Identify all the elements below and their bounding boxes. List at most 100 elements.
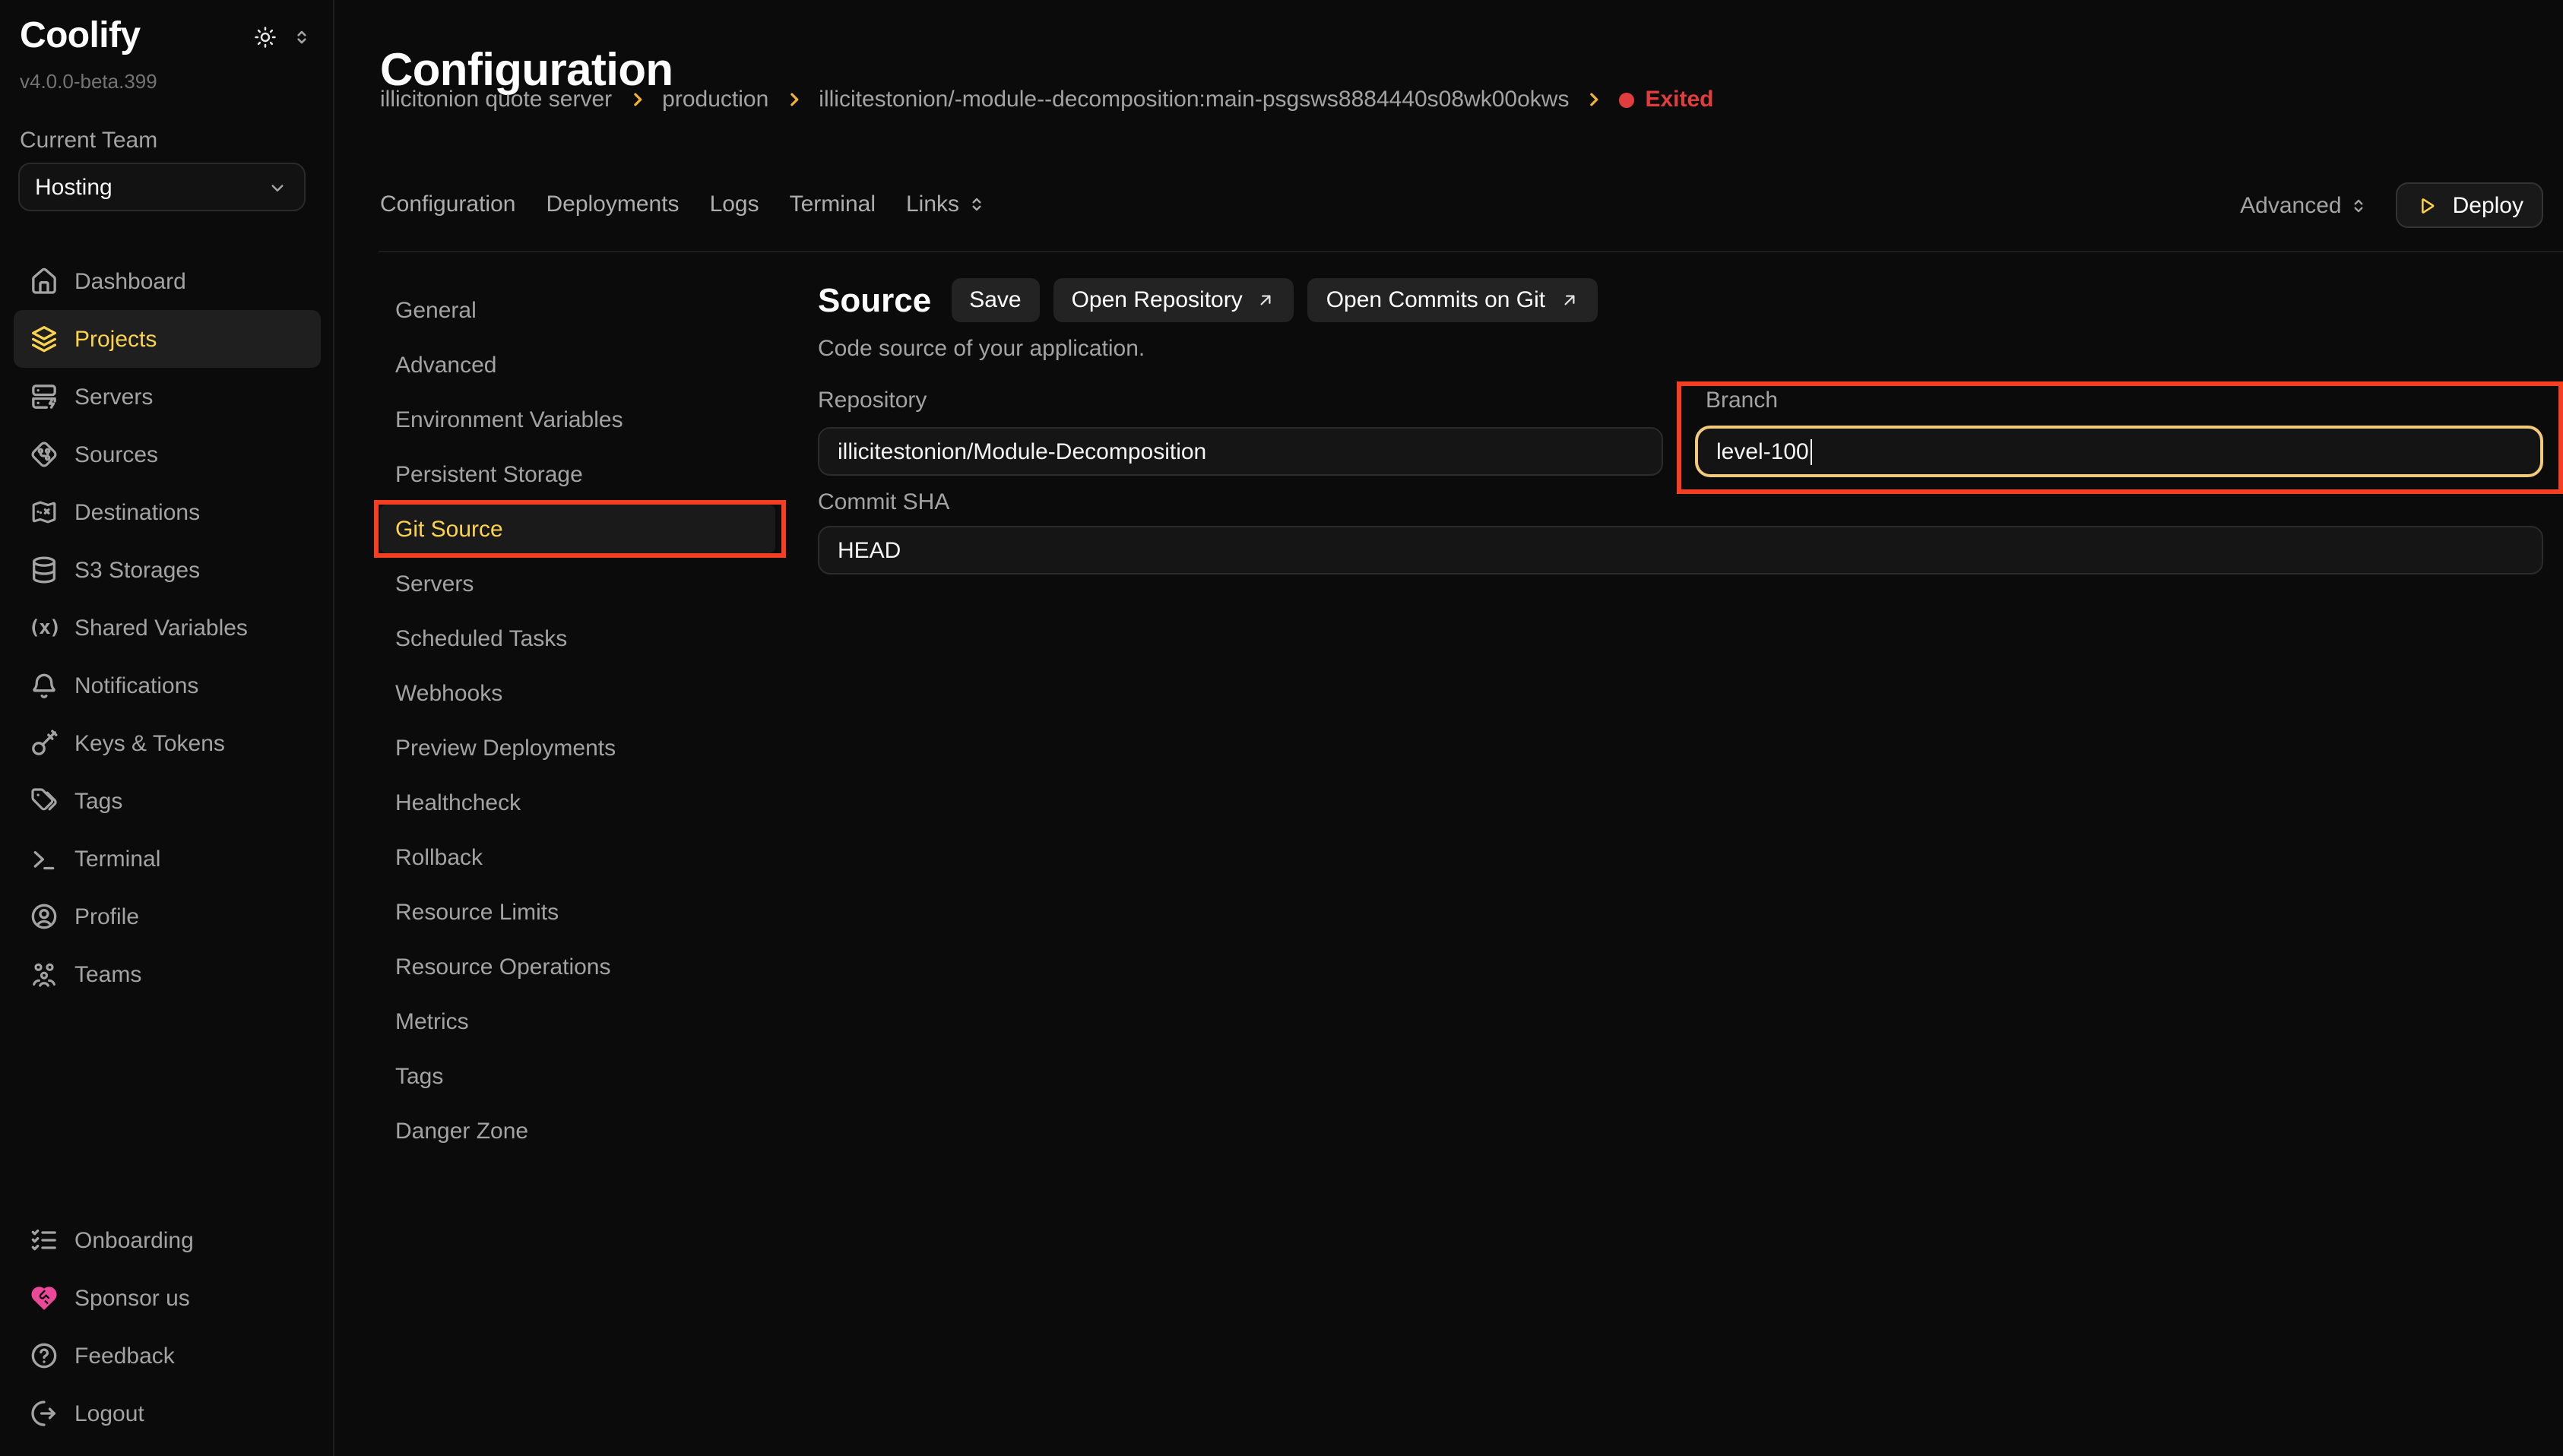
bell-icon bbox=[29, 670, 59, 701]
open-commits-button[interactable]: Open Commits on Git bbox=[1308, 278, 1597, 322]
text-cursor bbox=[1811, 438, 1813, 464]
sidebar-item-destinations[interactable]: Destinations bbox=[14, 483, 321, 541]
repository-input[interactable]: illicitestonion/Module-Decomposition bbox=[818, 427, 1663, 476]
subnav-item-scheduled-tasks[interactable]: Scheduled Tasks bbox=[380, 614, 775, 663]
sidebar-item-tags[interactable]: Tags bbox=[14, 772, 321, 830]
top-actions: Advanced Deploy bbox=[2240, 182, 2543, 228]
sidebar-item-label: Onboarding bbox=[74, 1227, 194, 1253]
team-select[interactable]: Hosting bbox=[18, 163, 306, 211]
arrow-up-right-icon bbox=[1256, 290, 1276, 310]
subnav-item-resource-limits[interactable]: Resource Limits bbox=[380, 888, 775, 936]
team-select-value: Hosting bbox=[35, 174, 112, 200]
open-repository-button[interactable]: Open Repository bbox=[1053, 278, 1294, 322]
chevron-right-icon bbox=[1582, 88, 1605, 111]
variable-icon: (x) bbox=[29, 612, 59, 643]
sidebar-item-servers[interactable]: Servers bbox=[14, 368, 321, 426]
sidebar-item-label: Sponsor us bbox=[74, 1285, 190, 1311]
sidebar-item-label: Notifications bbox=[74, 673, 198, 698]
chevrons-up-down-icon bbox=[967, 195, 987, 214]
sidebar-item-shared-variables[interactable]: (x) Shared Variables bbox=[14, 599, 321, 657]
tab-divider bbox=[379, 251, 2563, 252]
subnav-item-environment-variables[interactable]: Environment Variables bbox=[380, 395, 775, 444]
sidebar-item-label: Servers bbox=[74, 384, 153, 410]
breadcrumb-project[interactable]: illicitonion quote server bbox=[380, 87, 612, 112]
tab-logs[interactable]: Logs bbox=[710, 191, 759, 217]
help-circle-icon bbox=[29, 1340, 59, 1371]
commit-sha-input[interactable]: HEAD bbox=[818, 526, 2543, 574]
sidebar-item-teams[interactable]: Teams bbox=[14, 945, 321, 1003]
breadcrumb-environment[interactable]: production bbox=[662, 87, 768, 112]
subnav-item-healthcheck[interactable]: Healthcheck bbox=[380, 778, 775, 827]
subnav-item-persistent-storage[interactable]: Persistent Storage bbox=[380, 450, 775, 499]
source-description: Code source of your application. bbox=[818, 336, 1145, 362]
sidebar-item-terminal[interactable]: Terminal bbox=[14, 830, 321, 888]
branch-label: Branch bbox=[1706, 388, 1778, 413]
subnav-item-resource-operations[interactable]: Resource Operations bbox=[380, 942, 775, 991]
theme-toggle-sun-icon[interactable] bbox=[254, 25, 277, 48]
subnav-item-rollback[interactable]: Rollback bbox=[380, 833, 775, 882]
sidebar: Coolify v4.0.0-beta.399 Current Team Hos… bbox=[0, 0, 334, 1456]
sidebar-item-label: Projects bbox=[74, 326, 157, 352]
branch-input[interactable]: level-100 bbox=[1695, 426, 2543, 477]
breadcrumb-application[interactable]: illicitestonion/-module--decomposition:m… bbox=[819, 87, 1569, 112]
sidebar-item-keys-tokens[interactable]: Keys & Tokens bbox=[14, 714, 321, 772]
deploy-button[interactable]: Deploy bbox=[2397, 182, 2543, 228]
git-source-icon bbox=[29, 439, 59, 470]
sidebar-item-s3-storages[interactable]: S3 Storages bbox=[14, 541, 321, 599]
sidebar-item-feedback[interactable]: Feedback bbox=[14, 1327, 321, 1385]
sidebar-item-profile[interactable]: Profile bbox=[14, 888, 321, 945]
sidebar-item-label: Terminal bbox=[74, 846, 160, 872]
tab-configuration[interactable]: Configuration bbox=[380, 191, 515, 217]
app-logo: Coolify bbox=[20, 15, 140, 58]
tab-terminal[interactable]: Terminal bbox=[790, 191, 876, 217]
source-header-row: Source Save Open Repository Open Commits… bbox=[818, 278, 1597, 322]
play-icon bbox=[2416, 194, 2439, 217]
subnav-item-webhooks[interactable]: Webhooks bbox=[380, 669, 775, 717]
main-content: Configuration illicitonion quote server … bbox=[334, 0, 2563, 1456]
sidebar-item-dashboard[interactable]: Dashboard bbox=[14, 252, 321, 310]
chevron-right-icon bbox=[626, 88, 648, 111]
coolify-app: Coolify v4.0.0-beta.399 Current Team Hos… bbox=[0, 0, 2563, 1456]
sidebar-item-label: Profile bbox=[74, 904, 139, 929]
subnav-item-danger-zone[interactable]: Danger Zone bbox=[380, 1106, 775, 1155]
sidebar-footer-nav: Onboarding Sponsor us Feedback Logout bbox=[14, 1211, 321, 1442]
sidebar-item-sources[interactable]: Sources bbox=[14, 426, 321, 483]
sidebar-item-label: Feedback bbox=[74, 1343, 175, 1369]
subnav-item-advanced[interactable]: Advanced bbox=[380, 340, 775, 389]
chevron-down-icon bbox=[266, 176, 289, 198]
chevron-right-icon bbox=[782, 88, 805, 111]
subnav-item-servers[interactable]: Servers bbox=[380, 559, 775, 608]
terminal-icon bbox=[29, 844, 59, 874]
tab-links[interactable]: Links bbox=[906, 191, 987, 217]
sidebar-item-sponsor-us[interactable]: Sponsor us bbox=[14, 1269, 321, 1327]
subnav-item-tags[interactable]: Tags bbox=[380, 1052, 775, 1100]
sidebar-item-onboarding[interactable]: Onboarding bbox=[14, 1211, 321, 1269]
save-button[interactable]: Save bbox=[951, 278, 1039, 322]
subnav-item-general[interactable]: General bbox=[380, 286, 775, 334]
subnav-item-preview-deployments[interactable]: Preview Deployments bbox=[380, 723, 775, 772]
repository-label: Repository bbox=[818, 388, 927, 413]
sidebar-item-label: Teams bbox=[74, 961, 141, 987]
commit-sha-label: Commit SHA bbox=[818, 489, 949, 515]
server-icon bbox=[29, 381, 59, 412]
status-text: Exited bbox=[1645, 87, 1713, 112]
arrow-up-right-icon bbox=[1559, 290, 1579, 310]
status-dot-icon bbox=[1619, 92, 1634, 107]
tab-deployments[interactable]: Deployments bbox=[546, 191, 679, 217]
sidebar-collapse-chevrons-icon[interactable] bbox=[292, 27, 312, 46]
logout-icon bbox=[29, 1398, 59, 1429]
advanced-menu[interactable]: Advanced bbox=[2240, 192, 2368, 218]
sidebar-item-logout[interactable]: Logout bbox=[14, 1385, 321, 1442]
chevrons-up-down-icon bbox=[2349, 195, 2369, 215]
sidebar-item-projects[interactable]: Projects bbox=[14, 310, 321, 368]
status-badge: Exited bbox=[1619, 87, 1713, 112]
app-version: v4.0.0-beta.399 bbox=[20, 70, 157, 93]
sidebar-item-label: Shared Variables bbox=[74, 615, 248, 641]
sidebar-item-notifications[interactable]: Notifications bbox=[14, 657, 321, 714]
breadcrumb: illicitonion quote server production ill… bbox=[380, 87, 1714, 112]
heart-handshake-icon bbox=[29, 1283, 59, 1313]
subnav-item-git-source[interactable]: Git Source bbox=[380, 505, 775, 553]
sidebar-item-label: Dashboard bbox=[74, 268, 186, 294]
subnav-item-metrics[interactable]: Metrics bbox=[380, 997, 775, 1046]
sidebar-item-label: Logout bbox=[74, 1401, 144, 1426]
